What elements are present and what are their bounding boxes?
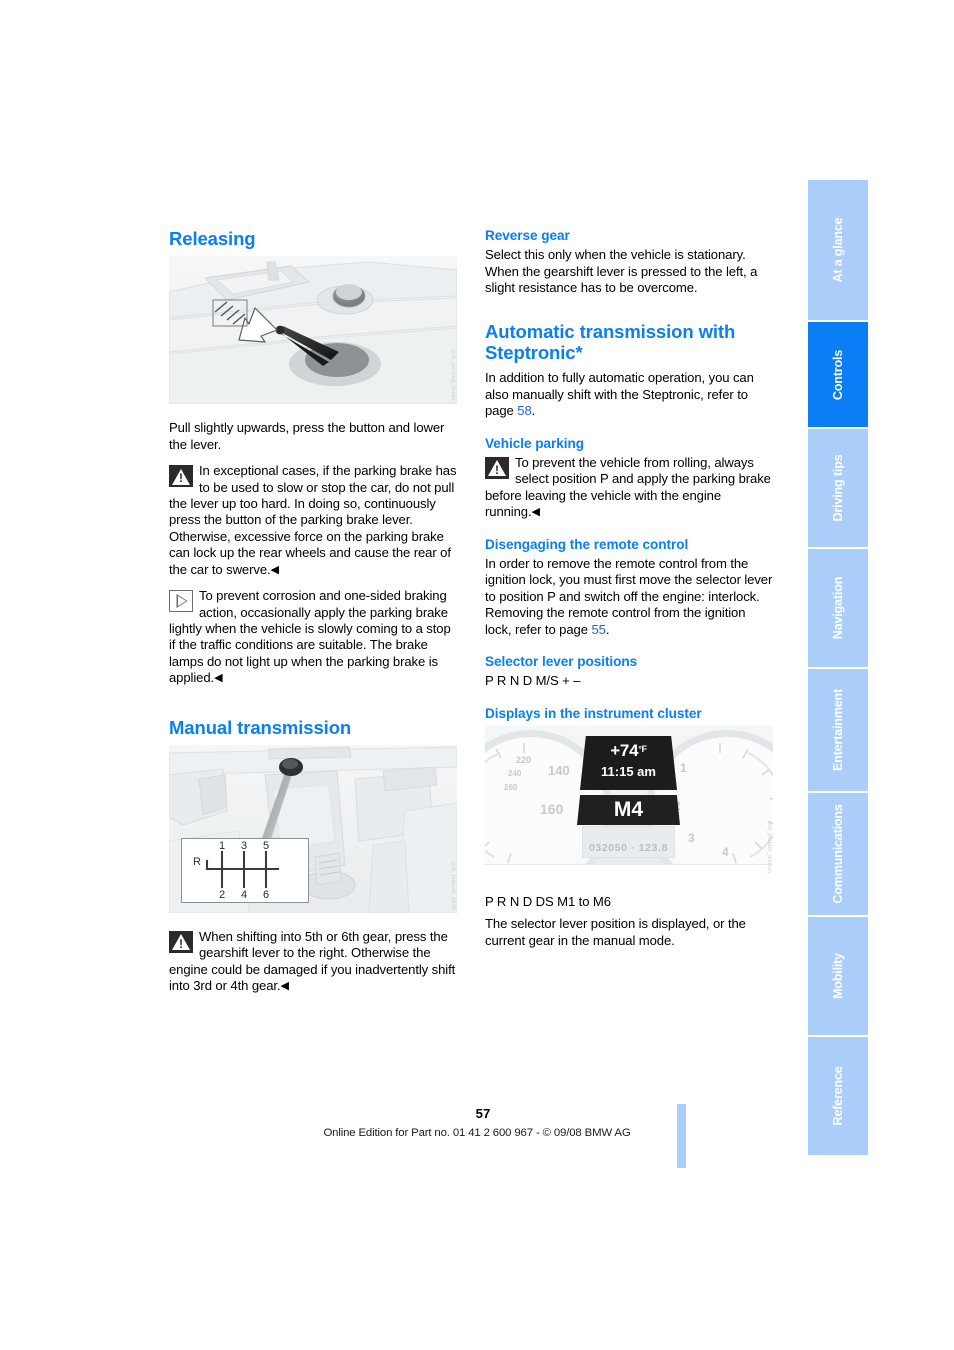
page-reference-link[interactable]: 58 (517, 403, 531, 418)
index-tab-label: Controls (831, 349, 845, 400)
text-remote-before: In order to remove the remote control fr… (485, 555, 773, 637)
warning-triangle-icon: ! (485, 456, 509, 479)
subheading-disengaging-remote: Disengaging the remote control (485, 536, 689, 552)
endmark-icon: ◀ (280, 980, 289, 993)
gear-label-5: 5 (263, 840, 269, 852)
gear-pattern-diagram: R 1 3 5 2 4 6 (181, 838, 309, 903)
gear-label-2: 2 (219, 889, 225, 900)
index-tab-label: Driving tips (831, 454, 845, 522)
figure-manual-transmission: R 1 3 5 2 4 6 pvh_manual_shift (169, 745, 457, 913)
warning-note-manual-shift: ! When shifting into 5th or 6th gear, pr… (169, 929, 457, 995)
index-tab-controls[interactable]: Controls (808, 322, 868, 429)
page-edge-marker (677, 1104, 686, 1168)
dial-number: 140 (548, 762, 570, 778)
warning-note-parking-brake: ! In exceptional cases, if the parking b… (169, 463, 457, 529)
text-cluster-description: The selector lever position is displayed… (485, 916, 746, 948)
index-tab-label: Navigation (831, 576, 845, 640)
warning-note-vehicle-parking: ! To prevent the vehicle from rolling, a… (485, 455, 773, 521)
cluster-base (485, 863, 773, 878)
endmark-icon: ◀ (214, 672, 223, 685)
section-heading-automatic-transmission: Automatic transmission with Steptronic* (485, 320, 736, 363)
warning-note-text: In exceptional cases, if the parking bra… (169, 463, 457, 528)
gear-pattern-svg: R 1 3 5 2 4 6 (193, 840, 280, 901)
index-tab-label: Communications (831, 804, 845, 904)
warning-triangle-icon: ! (169, 465, 193, 488)
right-column: Reverse gear Select this only when the v… (485, 228, 773, 949)
figure-credit: pvh_parking_brake (450, 349, 456, 401)
warning-note-text-2: Otherwise, excessive force on the parkin… (169, 529, 457, 578)
index-tab-label: At a glance (831, 217, 845, 283)
subheading-vehicle-parking: Vehicle parking (485, 435, 584, 451)
parking-brake-illustration (169, 256, 457, 405)
figure-credit: pvh_manual_shift (450, 861, 456, 909)
subheading-selector-lever-positions: Selector lever positions (485, 653, 638, 669)
warning-note-text-2-inner: Otherwise, excessive force on the parkin… (169, 528, 451, 577)
info-note-corrosion: To prevent corrosion and one-sided braki… (169, 588, 457, 686)
left-column: Releasing pvh_parking_brake Pull slightl… (169, 228, 457, 995)
gear-indicator-readout: M4 (577, 794, 680, 825)
dial-number: 3 (688, 830, 695, 845)
speedometer-ticks (485, 742, 525, 864)
text-automatic-transmission: In addition to fully automatic operation… (485, 370, 773, 419)
caption-releasing: Pull slightly upwards, press the button … (169, 420, 445, 452)
gear-label-4: 4 (241, 889, 247, 900)
index-tab-mobility[interactable]: Mobility (808, 917, 868, 1037)
index-tab-at-a-glance[interactable]: At a glance (808, 180, 868, 322)
dial-number: 240 (508, 768, 522, 778)
dial-number: 1 (680, 760, 687, 775)
temperature-readout: +74°F (580, 741, 677, 761)
warning-note-text: When shifting into 5th or 6th gear, pres… (169, 929, 456, 994)
index-tab-driving-tips[interactable]: Driving tips (808, 429, 868, 549)
dial-number: 160 (540, 800, 564, 817)
page-number: 57 (475, 1106, 491, 1121)
warning-note-text: To prevent the vehicle from rolling, alw… (485, 454, 771, 520)
endmark-icon: ◀ (270, 563, 280, 576)
text-cluster-positions: P R N D DS M1 to M6 (485, 893, 611, 909)
warning-triangle-icon: ! (169, 931, 193, 953)
index-tab-navigation[interactable]: Navigation (808, 549, 868, 669)
index-tab-strip: At a glance Controls Driving tips Naviga… (808, 180, 868, 1155)
temperature-value: +74 (610, 740, 639, 760)
text-reverse-gear: Select this only when the vehicle is sta… (485, 247, 758, 296)
section-heading-releasing: Releasing (169, 228, 256, 249)
figure-instrument-cluster: 220 240 260 140 160 1 3 4 +74°F 11:15 am… (485, 725, 773, 878)
figure-credit: pvh_cluster_display (766, 820, 772, 874)
manual-page: Releasing pvh_parking_brake Pull slightl… (0, 0, 954, 1350)
info-triangle-icon (169, 590, 193, 613)
gear-label-r: R (193, 856, 201, 868)
instrument-cluster-illustration: 220 240 260 140 160 1 3 4 +74°F 11:15 am… (485, 725, 773, 878)
index-tab-label: Entertainment (831, 688, 845, 772)
dial-number: 4 (722, 844, 729, 859)
cluster-lcd-top: +74°F 11:15 am (580, 735, 677, 790)
clock-readout: 11:15 am (601, 763, 656, 779)
text-disengaging-remote: In order to remove the remote control fr… (485, 556, 773, 638)
text-selector-positions: P R N D M/S + – (485, 673, 581, 689)
gear-label-3: 3 (241, 840, 247, 852)
subheading-displays-cluster: Displays in the instrument cluster (485, 705, 702, 721)
odometer-readout: 032050 · 123.8 (582, 825, 675, 858)
footer-edition-note: Online Edition for Part no. 01 41 2 600 … (323, 1127, 631, 1139)
index-tab-communications[interactable]: Communications (808, 793, 868, 917)
dial-number: 260 (504, 782, 518, 792)
info-note-text: To prevent corrosion and one-sided braki… (169, 588, 451, 686)
gear-label-6: 6 (263, 889, 269, 900)
gear-label-1: 1 (219, 840, 225, 852)
index-tab-entertainment[interactable]: Entertainment (808, 669, 868, 793)
text-remote-after: . (605, 621, 610, 637)
figure-parking-brake-release: pvh_parking_brake (169, 256, 457, 405)
subheading-reverse-gear: Reverse gear (485, 228, 570, 243)
endmark-icon: ◀ (531, 506, 540, 519)
temperature-unit: °F (638, 743, 647, 754)
text-auto-after: . (531, 403, 536, 419)
page-reference-link[interactable]: 55 (591, 622, 605, 637)
dial-number: 220 (516, 754, 532, 765)
index-tab-label: Mobility (831, 953, 845, 999)
section-heading-manual-transmission: Manual transmission (169, 716, 352, 738)
